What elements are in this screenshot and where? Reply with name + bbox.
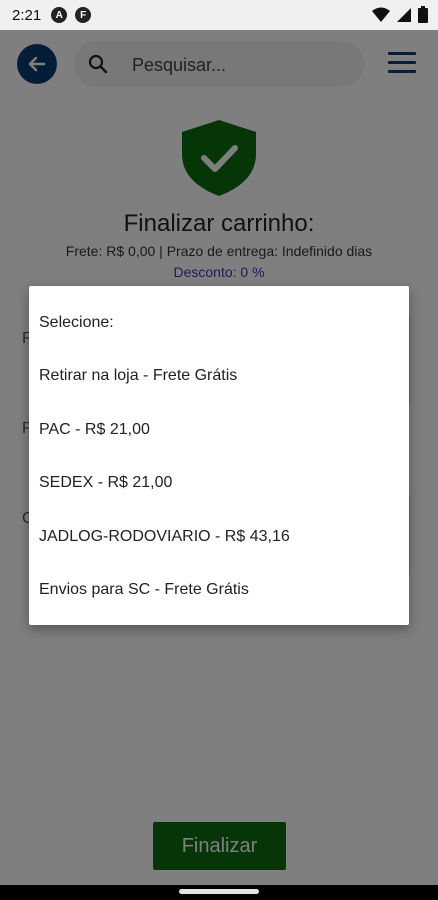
shipping-option-sc[interactable]: Envios para SC - Frete Grátis (39, 577, 399, 603)
home-gesture-handle[interactable] (179, 889, 259, 894)
shipping-option-jadlog[interactable]: JADLOG-RODOVIARIO - R$ 43,16 (39, 524, 399, 550)
status-time: 2:21 (12, 6, 42, 24)
battery-icon (418, 6, 428, 23)
wifi-icon (372, 7, 390, 22)
signal-icon (397, 7, 411, 22)
shipping-option-pac[interactable]: PAC - R$ 21,00 (39, 417, 399, 443)
system-nav-bar (0, 885, 438, 900)
shipping-option-pickup[interactable]: Retirar na loja - Frete Grátis (39, 363, 399, 389)
dialog-title: Selecione: (39, 314, 114, 331)
shipping-option-sedex[interactable]: SEDEX - R$ 21,00 (39, 470, 399, 496)
status-icons (372, 6, 428, 23)
notification-badge-f: F (75, 7, 92, 23)
notification-badge-a: A (51, 7, 68, 23)
shipping-select-dialog: Selecione: Retirar na loja - Frete Gráti… (29, 286, 409, 625)
status-bar: 2:21 A F (0, 0, 438, 30)
